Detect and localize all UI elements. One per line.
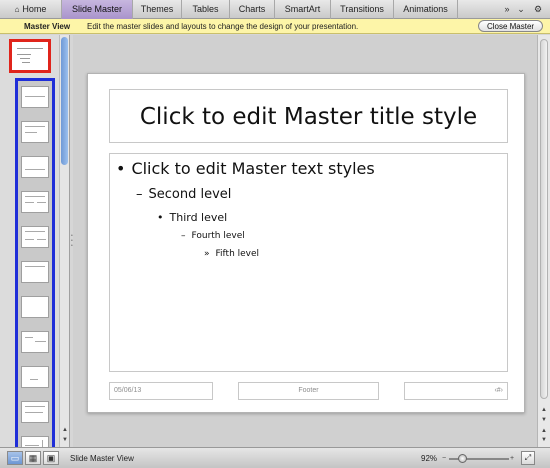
text-level-3-label: Third level — [169, 211, 228, 224]
thumb-line — [25, 266, 45, 267]
ribbon-tab-bar: ⌂ Home Slide Master Themes Tables Charts … — [0, 0, 550, 19]
layout-thumbnail[interactable] — [21, 366, 49, 388]
tab-transitions[interactable]: Transitions — [331, 0, 394, 19]
layout-thumbnail[interactable] — [21, 156, 49, 178]
thumb-line — [25, 239, 34, 240]
date-placeholder[interactable]: 05/06/13 — [109, 382, 213, 400]
thumb-line — [25, 445, 39, 446]
body-text-placeholder[interactable]: • Click to edit Master text styles – Secon… — [109, 153, 508, 372]
close-master-button[interactable]: Close Master — [478, 20, 543, 32]
text-level-4-label: Fourth level — [191, 231, 245, 241]
thumb-line — [37, 202, 46, 203]
normal-view-icon[interactable]: ▭ — [7, 451, 23, 465]
ribbon-collapse-icon[interactable]: ⌄ — [515, 0, 527, 19]
title-placeholder[interactable]: Click to edit Master title style — [109, 89, 508, 143]
master-slide-canvas: Click to edit Master title style • Click … — [87, 73, 525, 413]
text-level-5-label: Fifth level — [215, 249, 260, 259]
scroll-up-arrow-icon[interactable]: ▲ — [60, 427, 70, 433]
thumb-line — [30, 379, 38, 380]
status-bar: ▭ ▦ ▣ Slide Master View 92% − + ⤢ — [0, 447, 550, 468]
thumb-line — [25, 196, 45, 197]
text-level-1[interactable]: • Click to edit Master text styles — [116, 159, 375, 178]
thumb-line — [25, 406, 45, 407]
thumb-text-line — [17, 54, 31, 55]
thumb-text-line — [20, 58, 30, 59]
fit-to-window-icon[interactable]: ⤢ — [521, 451, 535, 465]
thumbnail-scrollbar[interactable]: ▲ ▼ — [59, 35, 69, 447]
home-icon: ⌂ — [14, 5, 20, 14]
thumb-title-line — [17, 48, 43, 49]
thumb-line — [25, 126, 45, 127]
layout-thumbnail[interactable] — [21, 226, 49, 248]
master-view-bar: Master View Edit the master slides and l… — [0, 19, 550, 34]
text-level-2-label: Second level — [148, 187, 232, 202]
bullet-glyph: – — [136, 187, 143, 202]
slide-master-thumbnail[interactable] — [9, 39, 51, 73]
slide-sorter-view-icon[interactable]: ▦ — [25, 451, 41, 465]
tab-themes[interactable]: Themes — [133, 0, 182, 19]
slide-show-view-icon[interactable]: ▣ — [43, 451, 59, 465]
thumb-text-line — [22, 62, 30, 63]
master-title-text[interactable]: Click to edit Master title style — [110, 104, 507, 130]
scroll-down-arrow-icon[interactable]: ▼ — [60, 437, 70, 443]
layout-thumbnails-group — [15, 78, 55, 468]
tab-home-label: Home — [22, 4, 47, 14]
thumb-line — [25, 96, 45, 97]
text-level-2[interactable]: – Second level — [136, 187, 231, 202]
scroll-up-arrow-icon[interactable]: ▲ — [539, 407, 549, 413]
tab-charts[interactable]: Charts — [230, 0, 275, 19]
thumb-line — [25, 231, 45, 232]
zoom-out-icon[interactable]: − — [442, 448, 446, 468]
bullet-glyph: • — [116, 159, 126, 178]
footer-placeholder[interactable]: Footer — [238, 382, 379, 400]
main-vertical-scrollbar[interactable]: ▲ ▼ ▲ ▼ — [537, 35, 550, 447]
bullet-glyph: » — [204, 249, 210, 259]
thumb-line — [37, 239, 46, 240]
previous-slide-icon[interactable]: ▲ — [539, 428, 549, 434]
layout-thumbnail[interactable] — [21, 401, 49, 423]
main-scroll-thumb[interactable] — [540, 39, 548, 399]
thumbnail-scroll-thumb[interactable] — [61, 37, 68, 165]
thumb-line — [25, 132, 37, 133]
master-view-label: Master View — [24, 22, 71, 31]
zoom-level[interactable]: 92% — [421, 448, 437, 468]
scroll-down-arrow-icon[interactable]: ▼ — [539, 417, 549, 423]
layout-thumbnail[interactable] — [21, 261, 49, 283]
tab-smartart[interactable]: SmartArt — [275, 0, 331, 19]
gear-icon[interactable]: ⚙ — [530, 0, 546, 19]
tab-home[interactable]: ⌂ Home — [0, 0, 62, 19]
text-level-1-label: Click to edit Master text styles — [131, 159, 375, 178]
tab-tables[interactable]: Tables — [182, 0, 230, 19]
bullet-glyph: – — [181, 231, 186, 241]
zoom-in-icon[interactable]: + — [510, 448, 514, 468]
thumb-line — [35, 341, 46, 342]
text-level-5[interactable]: » Fifth level — [204, 249, 259, 259]
text-level-4[interactable]: – Fourth level — [181, 231, 245, 241]
next-slide-icon[interactable]: ▼ — [539, 437, 549, 443]
layout-thumbnail[interactable] — [21, 191, 49, 213]
layout-thumbnail[interactable] — [21, 331, 49, 353]
layout-thumbnail[interactable] — [21, 121, 49, 143]
thumbnail-pane[interactable]: ▲ ▼ — [0, 35, 70, 468]
bullet-glyph: • — [157, 211, 164, 224]
thumb-line — [25, 412, 43, 413]
zoom-slider-handle[interactable] — [458, 454, 467, 463]
master-thumbnail-preview — [15, 45, 45, 67]
thumb-line — [25, 169, 45, 170]
tab-slide-master[interactable]: Slide Master — [62, 0, 133, 19]
thumb-line — [25, 202, 34, 203]
text-level-3[interactable]: • Third level — [157, 211, 227, 224]
slide-number-placeholder[interactable]: ‹#› — [404, 382, 508, 400]
ribbon-overflow-icon[interactable]: » — [500, 0, 514, 19]
view-mode-label: Slide Master View — [70, 454, 134, 463]
thumb-line — [25, 337, 33, 338]
master-view-description: Edit the master slides and layouts to ch… — [87, 22, 359, 31]
layout-thumbnail[interactable] — [21, 86, 49, 108]
tab-animations[interactable]: Animations — [394, 0, 458, 19]
layout-thumbnail[interactable] — [21, 296, 49, 318]
